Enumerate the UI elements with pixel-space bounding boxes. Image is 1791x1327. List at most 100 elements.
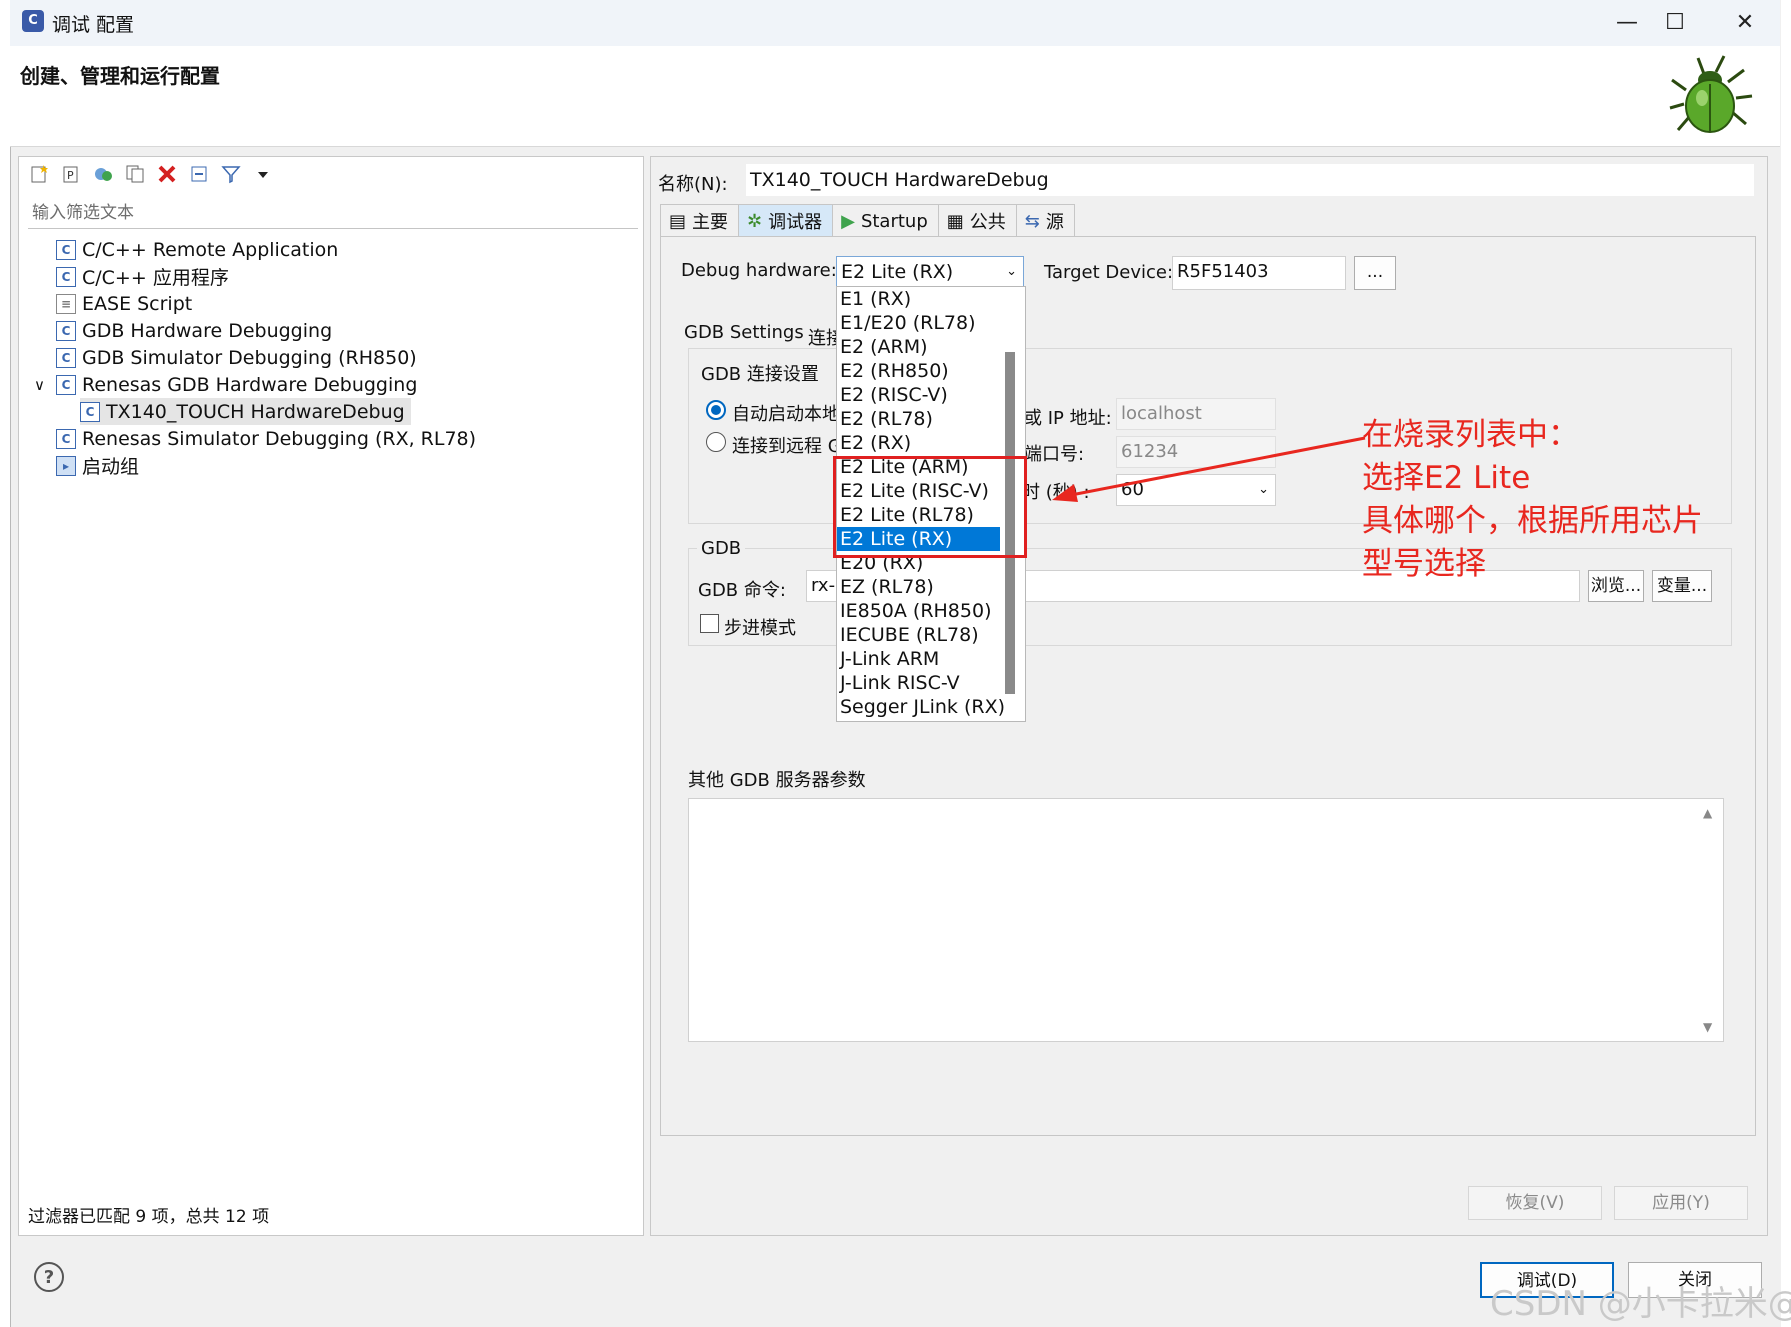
apply-button[interactable]: 应用(Y) [1614,1186,1748,1220]
dropdown-option[interactable]: E2 (ARM) [837,335,1000,359]
radio-remote[interactable] [706,432,726,452]
collapse-all-icon[interactable] [186,161,212,187]
other-args-textarea[interactable] [688,798,1724,1042]
dropdown-option[interactable]: Segger JLink (RX) [837,695,1005,719]
tree-item-cpp-remote[interactable]: C C/C++ Remote Application [56,236,338,263]
radio-auto-start[interactable] [706,400,726,420]
name-label: 名称(N): [658,174,728,195]
debug-hardware-label: Debug hardware: [681,260,837,281]
tab-label: 源 [1045,212,1064,233]
tab-debugger[interactable]: ✲ 调试器 [738,204,834,237]
config-name-input[interactable]: TX140_TOUCH HardwareDebug [746,164,1754,196]
step-mode-checkbox[interactable] [700,614,719,633]
tree-item-label: GDB Simulator Debugging (RH850) [82,346,417,369]
gdb-connection-title: GDB 连接设置 [697,360,823,386]
tree-item-launch-group[interactable]: ▸ 启动组 [56,452,139,479]
c-config-icon: C [56,266,76,287]
gdb-group-title: GDB [697,538,746,559]
tab-label: 调试器 [768,212,823,233]
dropdown-option[interactable]: EZ (RL78) [837,575,1000,599]
tab-gdb-settings[interactable]: GDB Settings [684,322,804,343]
export-config-icon[interactable] [90,161,116,187]
startup-tab-icon: ▶ [841,210,855,232]
annotation-line: 具体哪个，根据所用芯片 [1362,503,1703,539]
script-icon: ≡ [56,293,76,314]
filter-input[interactable]: 输入筛选文本 [28,198,638,229]
debug-hardware-select[interactable]: E2 Lite (RX) ⌄ [836,256,1024,288]
minimize-button[interactable]: — [1602,6,1652,40]
debugger-tab-icon: ✲ [747,210,763,232]
revert-button[interactable]: 恢复(V) [1468,1186,1602,1220]
duplicate-config-icon[interactable] [122,161,148,187]
tree-item-label: Renesas Simulator Debugging (RX, RL78) [82,427,477,450]
debug-hardware-value: E2 Lite (RX) [841,261,954,283]
tab-source[interactable]: ⇆ 源 [1015,204,1075,237]
scroll-down-icon[interactable]: ▼ [1703,1020,1712,1034]
dropdown-option[interactable]: E2 (RH850) [837,359,1000,383]
annotation-text: 在烧录列表中： 选择E2 Lite 具体哪个，根据所用芯片 型号选择 [1362,414,1703,586]
step-mode-label: 步进模式 [724,618,796,639]
host-input[interactable]: localhost [1116,398,1276,430]
c-config-icon: C [56,347,76,368]
dropdown-option[interactable]: IE850A (RH850) [837,599,1000,623]
target-device-input[interactable]: R5F51403 [1172,256,1346,290]
tree-item-renesas-sim[interactable]: C Renesas Simulator Debugging (RX, RL78) [56,425,476,452]
tree-item-gdb-hw[interactable]: C GDB Hardware Debugging [56,317,332,344]
help-icon[interactable]: ? [34,1262,64,1292]
annotation-line: 型号选择 [1362,546,1486,582]
dropdown-option[interactable]: E1/E20 (RL78) [837,311,1000,335]
dropdown-option[interactable]: E1 (RX) [837,287,1000,311]
new-config-icon[interactable] [26,161,52,187]
tree-item-ease-script[interactable]: ≡ EASE Script [56,290,192,317]
chevron-down-icon: ⌄ [1006,264,1017,279]
dropdown-option[interactable]: E2 (RL78) [837,407,1000,431]
dropdown-option[interactable]: E2 (RX) [837,431,1000,455]
tab-startup[interactable]: ▶ Startup [832,204,939,237]
dropdown-option[interactable]: IECUBE (RL78) [837,623,1000,647]
c-config-icon: C [56,374,76,395]
c-config-icon: C [56,428,76,449]
annotation-line: 选择E2 Lite [1362,460,1531,496]
gdb-command-label: GDB 命令: [698,580,786,601]
debug-app-icon: C [22,10,44,32]
menu-dropdown-icon[interactable] [250,161,276,187]
filter-icon[interactable] [218,161,244,187]
bug-icon [1669,55,1753,133]
launch-group-icon: ▸ [56,455,76,476]
watermark: CSDN @小卡拉米@ [1490,1284,1791,1324]
annotation-arrow [1052,436,1366,502]
window-title: 调试 配置 [52,14,135,36]
title-bar [10,0,1780,46]
config-tabs: ▤ 主要 ✲ 调试器 ▶ Startup ▦ 公共 ⇆ 源 [660,204,1075,237]
scroll-up-icon[interactable]: ▲ [1703,806,1712,820]
other-args-label: 其他 GDB 服务器参数 [688,770,866,791]
maximize-button[interactable]: ☐ [1650,6,1700,40]
tree-item-label: C/C++ 应用程序 [82,267,229,289]
dropdown-option[interactable]: J-Link RISC-V [837,671,1000,695]
dropdown-option[interactable]: E2 (RISC-V) [837,383,1000,407]
tree-item-gdb-sim[interactable]: C GDB Simulator Debugging (RH850) [56,344,417,371]
tab-common[interactable]: ▦ 公共 [937,204,1017,237]
tree-item-renesas-gdb-hw[interactable]: ∨ C Renesas GDB Hardware Debugging [34,371,417,398]
close-window-button[interactable]: ✕ [1720,6,1770,40]
new-prototype-icon[interactable]: P [58,161,84,187]
svg-text:P: P [67,169,74,182]
c-config-icon: C [80,401,100,422]
radio-remote-label: 连接到远程 G [732,436,842,457]
tab-label: Startup [860,210,928,232]
tab-label: 主要 [692,212,729,233]
tree-item-label: TX140_TOUCH HardwareDebug [106,400,405,423]
tree-toolbar: P [26,160,276,188]
chevron-down-icon[interactable]: ∨ [34,376,56,394]
dialog-header [10,46,1780,147]
host-label: 或 IP 地址: [1024,408,1112,429]
tab-main[interactable]: ▤ 主要 [660,204,740,237]
tree-item-cpp-app[interactable]: C C/C++ 应用程序 [56,263,229,290]
dropdown-option[interactable]: J-Link ARM [837,647,1000,671]
highlight-box [833,456,1027,558]
target-device-browse-button[interactable]: ... [1354,256,1396,290]
tree-item-tx140-touch[interactable]: C TX140_TOUCH HardwareDebug [80,398,411,425]
tab-label: 公共 [969,212,1006,233]
delete-config-icon[interactable] [154,161,180,187]
radio-auto-start-label: 自动启动本地 [732,404,840,425]
